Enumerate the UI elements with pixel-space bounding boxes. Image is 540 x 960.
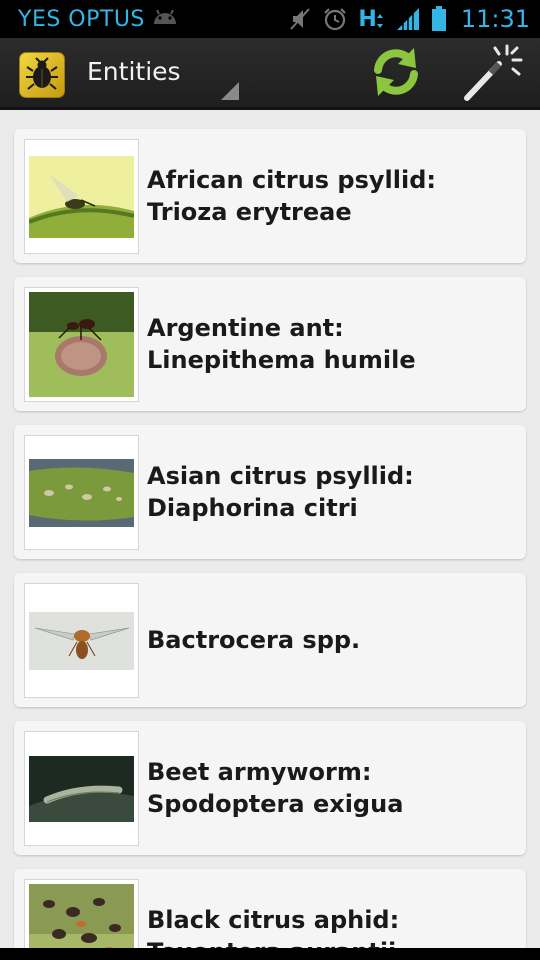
entity-thumbnail [24, 731, 139, 846]
entity-name: Asian citrus psyllid: Diaphorina citri [147, 462, 414, 522]
android-icon [151, 6, 179, 32]
magic-wand-button[interactable] [458, 42, 528, 106]
psyllid-photo [29, 155, 134, 238]
asian-psyllid-photo [29, 458, 134, 527]
signal-icon [395, 7, 421, 31]
entity-name: Beet armyworm: Spodoptera exigua [147, 758, 404, 818]
hspa-icon: H [358, 6, 384, 32]
entity-thumbnail [24, 583, 139, 698]
list-item[interactable]: Black citrus aphid: Toxoptera aurantii [14, 869, 526, 948]
list-item[interactable]: Asian citrus psyllid: Diaphorina citri [14, 425, 526, 559]
refresh-icon [368, 44, 424, 104]
status-icons: H 11:31 [288, 5, 530, 33]
battery-icon [431, 6, 447, 32]
aphid-photo [29, 884, 134, 948]
alarm-icon [322, 6, 348, 32]
entity-thumbnail [24, 287, 139, 402]
clock: 11:31 [460, 5, 530, 33]
list-item[interactable]: Argentine ant: Linepithema humile [14, 277, 526, 411]
muted-icon [288, 6, 312, 32]
carrier-label: YES OPTUS [18, 6, 145, 32]
entity-list[interactable]: African citrus psyllid: Trioza erytreae … [0, 113, 540, 948]
ant-photo [29, 292, 134, 397]
status-bar: YES OPTUS H 11:31 [0, 0, 540, 38]
magic-wand-icon [461, 42, 525, 106]
entity-thumbnail [24, 435, 139, 550]
entity-name: Bactrocera spp. [147, 626, 361, 654]
refresh-button[interactable] [366, 42, 426, 106]
list-item[interactable]: African citrus psyllid: Trioza erytreae [14, 129, 526, 263]
armyworm-photo [29, 755, 134, 822]
carrier: YES OPTUS [18, 6, 179, 32]
fruit-fly-photo [29, 611, 134, 670]
entity-name: Argentine ant: Linepithema humile [147, 314, 416, 374]
bottom-bar [0, 948, 540, 960]
entity-name: Black citrus aphid: Toxoptera aurantii [147, 906, 400, 948]
page-title[interactable]: Entities [87, 57, 181, 86]
entity-thumbnail [24, 879, 139, 948]
entity-name: African citrus psyllid: Trioza erytreae [147, 166, 436, 226]
list-item[interactable]: Bactrocera spp. [14, 573, 526, 707]
entity-thumbnail [24, 139, 139, 254]
beetle-app-icon[interactable] [19, 52, 65, 98]
list-item[interactable]: Beet armyworm: Spodoptera exigua [14, 721, 526, 855]
